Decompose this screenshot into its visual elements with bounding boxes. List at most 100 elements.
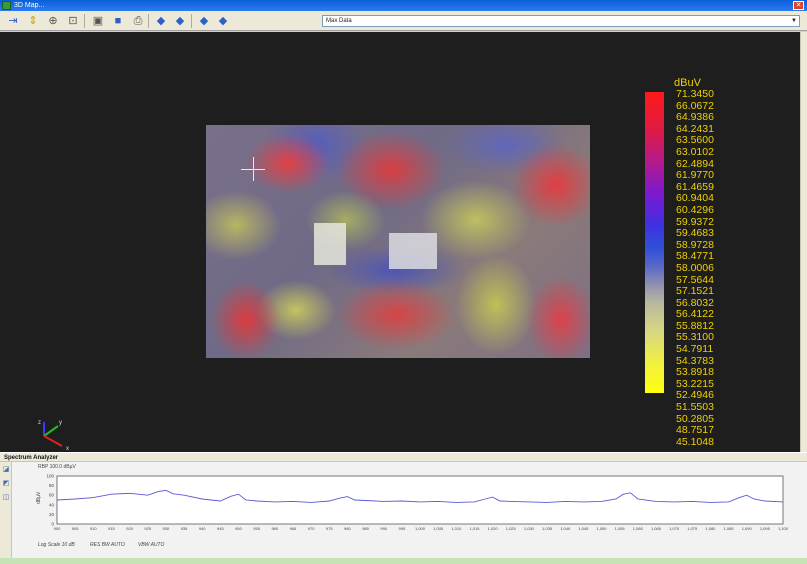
- toolbar-separator: [84, 14, 85, 28]
- y-tick-label: 80: [49, 483, 55, 488]
- chevron-down-icon[interactable]: ▼: [789, 16, 799, 26]
- colorbar-labels: 71.3450 66.0672 64.9386 64.2431 63.5600 63.01…: [676, 88, 746, 448]
- x-tick-label: 1,085: [724, 526, 735, 531]
- print-icon[interactable]: ⎙: [131, 14, 145, 28]
- x-tick-label: 950: [235, 526, 242, 531]
- x-tick-label: 1,040: [560, 526, 571, 531]
- board-component: [389, 233, 437, 269]
- x-tick-label: 940: [199, 526, 206, 531]
- zoom-in-icon[interactable]: ⊕: [46, 14, 60, 28]
- x-tick-label: 1,005: [433, 526, 444, 531]
- toolbar-separator: [191, 14, 192, 28]
- y-axis-label: y: [59, 420, 62, 426]
- board-component: [314, 223, 346, 265]
- x-tick-label: 1,080: [705, 526, 716, 531]
- x-tick-label: 915: [108, 526, 115, 531]
- x-tick-label: 925: [144, 526, 151, 531]
- y-tick-label: 100: [46, 474, 54, 479]
- x-tick-label: 1,100: [778, 526, 789, 531]
- x-tick-label: 970: [308, 526, 315, 531]
- x-tick-label: 1,020: [488, 526, 499, 531]
- app-icon: [2, 1, 11, 10]
- axes-orientation-indicator: z y x: [38, 420, 69, 452]
- x-axis-line: [43, 435, 63, 447]
- y-tick-label: 60: [49, 493, 55, 498]
- colorbar-label: 57.1521: [676, 285, 714, 298]
- y-axis-icon[interactable]: ⇕: [26, 14, 40, 28]
- toolbar: ⇥ ⇕ ⊕ ⊡ ▣ ■ ⎙ ◆ ◆ ◆ ◆ Max Data ▼: [0, 11, 807, 31]
- data-mode-select-value: Max Data: [326, 18, 352, 24]
- x-tick-label: 965: [290, 526, 297, 531]
- window-title: 3D Map...: [14, 2, 45, 9]
- x-tick-label: 1,000: [415, 526, 426, 531]
- x-tick-label: 960: [271, 526, 278, 531]
- x-tick-label: 900: [54, 526, 61, 531]
- x-tick-label: 1,015: [469, 526, 480, 531]
- colorbar-label: 51.5503: [676, 401, 714, 414]
- map-3d-viewport[interactable]: dBuV 71.3450 66.0672 64.9386 64.2431 63.5600…: [0, 32, 800, 452]
- colorbar-label: 45.1048: [676, 435, 714, 448]
- y-axis-line: [43, 425, 59, 437]
- colorbar-label: 61.9770: [676, 169, 714, 182]
- x-tick-label: 1,035: [542, 526, 553, 531]
- rotate-left-icon[interactable]: ◆: [154, 14, 168, 28]
- toolbar-separator: [148, 14, 149, 28]
- x-tick-label: 985: [362, 526, 369, 531]
- export-image-icon[interactable]: ▣: [91, 14, 105, 28]
- emission-heatmap-overlay[interactable]: [206, 125, 590, 358]
- z-axis-label: z: [38, 420, 41, 426]
- x-tick-label: 990: [380, 526, 387, 531]
- x-tick-label: 1,070: [669, 526, 680, 531]
- close-button[interactable]: ✕: [793, 1, 804, 10]
- view-top-icon[interactable]: ◆: [197, 14, 211, 28]
- colorbar-label: 71.3450: [676, 88, 714, 100]
- x-tick-label: 955: [253, 526, 260, 531]
- x-tick-label: 1,010: [451, 526, 462, 531]
- zoom-fit-icon[interactable]: ⊡: [66, 14, 80, 28]
- title-bar: 3D Map... ✕: [0, 0, 807, 11]
- spectrum-chart[interactable]: dBµV 020406080100 900 905 910 915 920 925 930 9…: [0, 462, 807, 552]
- colorbar-label: 59.4683: [676, 227, 714, 240]
- colorbar-scale: [645, 92, 664, 393]
- x-tick-label: 1,055: [615, 526, 626, 531]
- x-tick-label: 1,090: [742, 526, 753, 531]
- x-tick-label: 1,030: [524, 526, 535, 531]
- x-tick-label: 1,045: [578, 526, 589, 531]
- crosshair-cursor: [253, 157, 254, 181]
- status-strip: [0, 558, 807, 564]
- save-icon[interactable]: ■: [111, 14, 125, 28]
- x-axis-icon[interactable]: ⇥: [6, 14, 20, 28]
- x-tick-label: 930: [163, 526, 170, 531]
- x-tick-label: 975: [326, 526, 333, 531]
- x-tick-label: 1,075: [687, 526, 698, 531]
- x-tick-label: 905: [72, 526, 79, 531]
- y-tick-label: 20: [49, 512, 55, 517]
- vbw-text: VBW AUTO: [138, 542, 165, 548]
- view-side-icon[interactable]: ◆: [216, 14, 230, 28]
- colorbar-label: 63.0102: [676, 145, 714, 158]
- x-tick-label: 1,060: [633, 526, 644, 531]
- x-tick-label: 920: [126, 526, 133, 531]
- scale-text: Log Scale 10 dB: [38, 542, 75, 548]
- rbw-text: RES BW AUTO: [90, 542, 125, 548]
- colorbar-label: 58.0006: [676, 261, 714, 274]
- x-tick-label: 1,025: [506, 526, 517, 531]
- x-tick-label: 980: [344, 526, 351, 531]
- x-tick-label: 945: [217, 526, 224, 531]
- y-tick-label: 40: [49, 502, 55, 507]
- spectrum-panel-header: Spectrum Analyzer: [0, 452, 807, 462]
- plot-area: [56, 475, 784, 525]
- x-tick-label: 1,065: [651, 526, 662, 531]
- rotate-right-icon[interactable]: ◆: [173, 14, 187, 28]
- x-tick-label: 1,095: [760, 526, 771, 531]
- spectrum-panel: ◪ ◩ ◫ RBP 100.0 dBµV dBµV 0 20 40 60 80 100 9…: [0, 462, 807, 564]
- colorbar-label: 60.4296: [676, 203, 714, 216]
- colorbar-label: 54.7911: [676, 343, 714, 356]
- x-tick-label: 910: [90, 526, 97, 531]
- data-mode-select[interactable]: Max Data ▼: [322, 15, 800, 27]
- vertical-scrollbar[interactable]: [800, 32, 807, 452]
- x-tick-label: 995: [399, 526, 406, 531]
- x-tick-label: 1,050: [596, 526, 607, 531]
- x-tick-label: 935: [181, 526, 188, 531]
- y-axis-title: dBµV: [36, 491, 42, 504]
